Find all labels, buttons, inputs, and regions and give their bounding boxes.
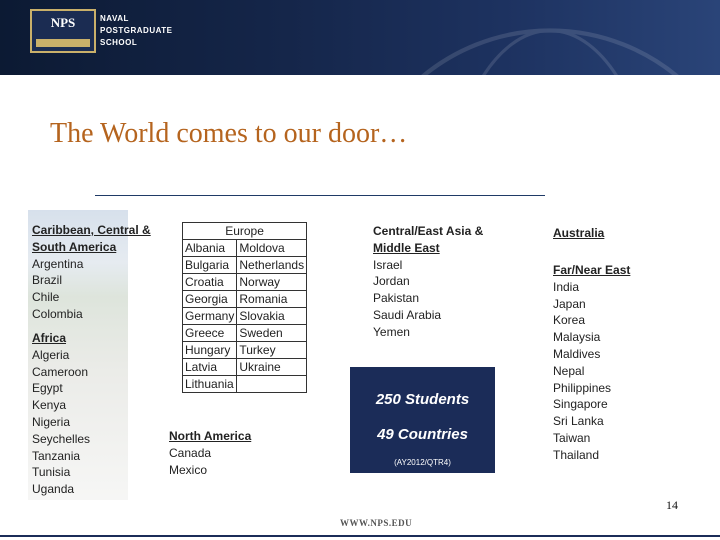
title-divider	[95, 195, 545, 196]
table-row: Lithuania	[181, 375, 308, 393]
region-heading: Far/Near East	[553, 263, 631, 277]
region-caribbean: Caribbean, Central & South America Argen…	[32, 222, 151, 323]
country-item: Latvia	[181, 358, 238, 376]
table-row: Croatia Norway	[181, 273, 308, 291]
header-banner: NPS NAVAL POSTGRADUATE SCHOOL	[0, 0, 720, 75]
country-item: Cameroon	[32, 364, 89, 379]
country-item: Netherlands	[236, 256, 308, 274]
country-item: Thailand	[553, 447, 600, 462]
country-item: Nigeria	[32, 414, 71, 429]
table-row: Hungary Turkey	[181, 341, 308, 359]
school-name-line-2: POSTGRADUATE	[100, 26, 173, 35]
region-heading: Central/East Asia &	[373, 224, 484, 238]
globe-watermark-icon	[421, 28, 679, 75]
country-item: Seychelles	[32, 431, 91, 446]
country-item: Yemen	[373, 324, 410, 339]
table-row: Georgia Romania	[181, 290, 308, 308]
country-item: Brazil	[32, 273, 63, 288]
region-africa: Africa Algeria Cameroon Egypt Kenya Nige…	[32, 330, 90, 498]
region-heading: Caribbean, Central &	[32, 223, 151, 237]
region-europe-table: Europe Albania Moldova Bulgaria Netherland…	[181, 222, 308, 393]
country-item: Israel	[373, 257, 403, 272]
region-heading: South America	[32, 239, 117, 254]
school-name-line-3: SCHOOL	[100, 38, 138, 47]
country-item: Croatia	[181, 273, 238, 291]
country-item: Sri Lanka	[553, 414, 604, 429]
country-item: Korea	[553, 313, 586, 328]
country-item: Singapore	[553, 397, 608, 412]
country-item: Philippines	[553, 380, 612, 395]
country-item: Malaysia	[553, 330, 601, 345]
table-row: Bulgaria Netherlands	[181, 256, 308, 274]
country-item: Algeria	[32, 347, 70, 362]
country-item: Albania	[181, 239, 238, 257]
country-item: Norway	[236, 273, 308, 291]
region-heading: Africa	[32, 331, 67, 345]
region-heading: Europe	[181, 222, 308, 240]
region-heading: Middle East	[373, 240, 440, 255]
region-central-east-asia: Central/East Asia & Middle East Israel J…	[373, 223, 483, 341]
country-item: Jordan	[373, 274, 410, 289]
country-item: Nepal	[553, 363, 585, 378]
country-item: Tanzania	[32, 448, 81, 463]
country-item: India	[553, 279, 580, 294]
footer-url: WWW.NPS.EDU	[340, 518, 413, 528]
stats-period: (AY2012/QTR4)	[394, 458, 451, 467]
country-item: Pakistan	[373, 291, 420, 306]
table-row: Greece Sweden	[181, 324, 308, 342]
region-far-near-east: Far/Near East India Japan Korea Malaysia…	[553, 262, 630, 464]
country-item: Moldova	[236, 239, 308, 257]
region-heading: Australia	[553, 226, 605, 240]
country-item: Egypt	[32, 381, 63, 396]
logo-text: NPS	[50, 15, 76, 30]
students-count: 250 Students	[375, 391, 470, 408]
region-heading: North America	[169, 429, 252, 443]
country-item: Japan	[553, 296, 586, 311]
footer-divider	[0, 535, 720, 537]
country-item: Bulgaria	[181, 256, 238, 274]
slide-title: The World comes to our door…	[50, 118, 408, 149]
table-row: Latvia Ukraine	[181, 358, 308, 376]
country-item: Mexico	[169, 462, 208, 477]
school-name: NAVAL POSTGRADUATE SCHOOL	[100, 13, 173, 49]
country-item: Slovakia	[236, 307, 308, 325]
country-item: Argentina	[32, 256, 84, 271]
country-item: Uganda	[32, 482, 75, 497]
country-item: Greece	[181, 324, 238, 342]
country-item: Ukraine	[236, 358, 308, 376]
region-north-america: North America Canada Mexico	[169, 428, 251, 478]
country-item: Canada	[169, 445, 212, 460]
table-row: Albania Moldova	[181, 239, 308, 257]
country-item: Kenya	[32, 398, 67, 413]
countries-count: 49 Countries	[377, 426, 468, 443]
school-name-line-1: NAVAL	[100, 14, 129, 23]
table-row: Germany Slovakia	[181, 307, 308, 325]
page-number: 14	[666, 498, 678, 512]
country-item	[236, 375, 308, 393]
country-item: Romania	[236, 290, 308, 308]
country-item: Sweden	[236, 324, 308, 342]
country-item: Saudi Arabia	[373, 307, 442, 322]
country-item: Hungary	[181, 341, 238, 359]
country-item: Lithuania	[181, 375, 238, 393]
country-item: Chile	[32, 290, 60, 305]
country-item: Colombia	[32, 306, 83, 321]
country-item: Tunisia	[32, 465, 71, 480]
country-item: Germany	[181, 307, 238, 325]
region-australia: Australia	[553, 225, 604, 242]
country-item: Georgia	[181, 290, 238, 308]
country-item: Turkey	[236, 341, 308, 359]
country-item: Maldives	[553, 346, 601, 361]
stats-box: 250 Students 49 Countries (AY2012/QTR4)	[350, 367, 495, 473]
nps-seal-logo: NPS	[30, 9, 96, 53]
country-item: Taiwan	[553, 430, 591, 445]
